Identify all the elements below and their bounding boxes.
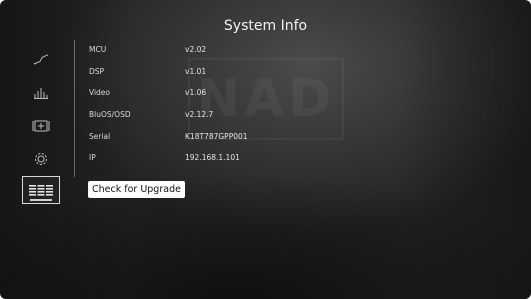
info-label: IP — [89, 153, 96, 163]
info-row-mcu: MCU v2.02 — [89, 39, 248, 61]
equalizer-icon — [34, 88, 48, 99]
info-row-bluos-osd: BluOS/OSD v2.12.7 — [89, 104, 248, 126]
info-value: 192.168.1.101 — [185, 153, 240, 163]
sidebar-item-tone[interactable] — [22, 76, 60, 109]
info-label: MCU — [89, 45, 107, 55]
info-value: v1.06 — [185, 88, 207, 98]
info-label: Serial — [89, 131, 111, 141]
info-row-serial: Serial K18T787GPP001 — [89, 125, 248, 147]
info-value: v1.01 — [185, 66, 207, 76]
system-info-list: MCU v2.02 DSP v1.01 Video v1.06 BluOS/OS… — [89, 39, 248, 169]
info-row-dsp: DSP v1.01 — [89, 61, 248, 83]
info-value: K18T787GPP001 — [185, 131, 248, 141]
check-for-upgrade-button[interactable]: Check for Upgrade — [88, 181, 185, 198]
speaker-grid-icon — [32, 120, 50, 131]
page-title: System Info — [223, 18, 308, 34]
sidebar — [22, 43, 60, 204]
sidebar-item-speakers[interactable] — [22, 109, 60, 142]
info-label: Video — [89, 88, 111, 98]
sidebar-item-settings[interactable] — [22, 142, 60, 175]
settings-gear-icon — [35, 152, 47, 165]
info-value: v2.12.7 — [185, 110, 214, 120]
sidebar-item-audio[interactable] — [22, 43, 60, 76]
system-info-screen: NAD System Info MCU v2.02 DSP v1.01 Vide… — [0, 0, 531, 299]
system-info-icon — [29, 185, 53, 196]
info-row-video: Video v1.06 — [89, 82, 248, 104]
sidebar-divider — [74, 40, 75, 177]
info-label: BluOS/OSD — [89, 110, 131, 120]
info-value: v2.02 — [185, 45, 207, 55]
active-item-underline — [30, 199, 52, 201]
info-row-ip: IP 192.168.1.101 — [89, 147, 248, 169]
waveform-icon — [33, 54, 49, 64]
info-label: DSP — [89, 66, 105, 76]
